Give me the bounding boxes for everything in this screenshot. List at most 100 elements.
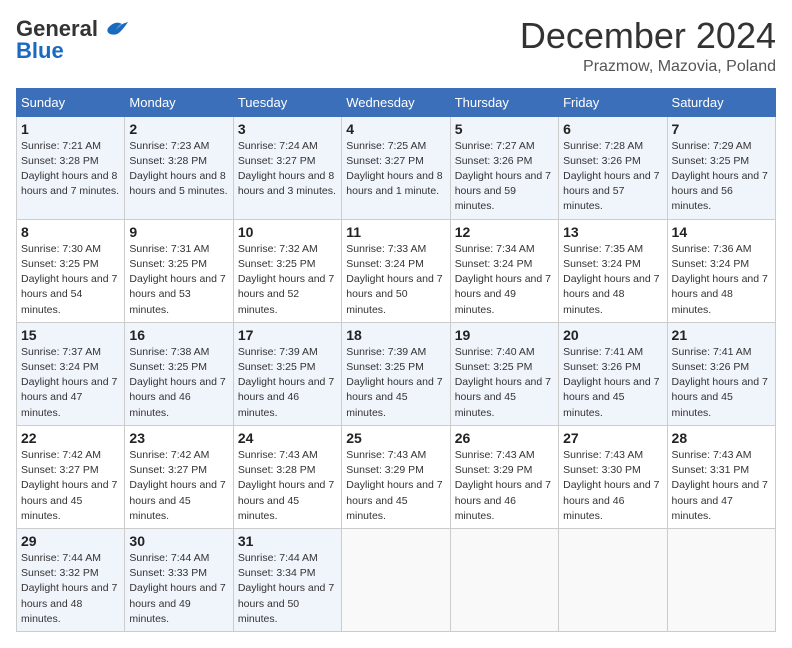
logo-bird-icon: [100, 18, 130, 40]
day-number: 5: [455, 121, 554, 137]
day-info: Sunrise: 7:25 AMSunset: 3:27 PMDaylight …: [346, 140, 442, 198]
day-number: 31: [238, 533, 337, 549]
table-row: 11 Sunrise: 7:33 AMSunset: 3:24 PMDaylig…: [342, 219, 450, 322]
day-number: 9: [129, 224, 228, 240]
day-info: Sunrise: 7:35 AMSunset: 3:24 PMDaylight …: [563, 243, 659, 316]
day-number: 7: [672, 121, 771, 137]
day-number: 30: [129, 533, 228, 549]
table-row: 8 Sunrise: 7:30 AMSunset: 3:25 PMDayligh…: [17, 219, 125, 322]
calendar-table: Sunday Monday Tuesday Wednesday Thursday…: [16, 88, 776, 632]
table-row: 19 Sunrise: 7:40 AMSunset: 3:25 PMDaylig…: [450, 322, 558, 425]
col-monday: Monday: [125, 88, 233, 116]
table-row: 22 Sunrise: 7:42 AMSunset: 3:27 PMDaylig…: [17, 425, 125, 528]
day-info: Sunrise: 7:43 AMSunset: 3:28 PMDaylight …: [238, 449, 334, 522]
table-row: 30 Sunrise: 7:44 AMSunset: 3:33 PMDaylig…: [125, 528, 233, 631]
table-row: 20 Sunrise: 7:41 AMSunset: 3:26 PMDaylig…: [559, 322, 667, 425]
col-friday: Friday: [559, 88, 667, 116]
day-info: Sunrise: 7:36 AMSunset: 3:24 PMDaylight …: [672, 243, 768, 316]
table-row: 16 Sunrise: 7:38 AMSunset: 3:25 PMDaylig…: [125, 322, 233, 425]
day-info: Sunrise: 7:38 AMSunset: 3:25 PMDaylight …: [129, 346, 225, 419]
day-number: 3: [238, 121, 337, 137]
day-number: 12: [455, 224, 554, 240]
table-row: 23 Sunrise: 7:42 AMSunset: 3:27 PMDaylig…: [125, 425, 233, 528]
table-row: 18 Sunrise: 7:39 AMSunset: 3:25 PMDaylig…: [342, 322, 450, 425]
table-row: 13 Sunrise: 7:35 AMSunset: 3:24 PMDaylig…: [559, 219, 667, 322]
day-number: 15: [21, 327, 120, 343]
table-row: 21 Sunrise: 7:41 AMSunset: 3:26 PMDaylig…: [667, 322, 775, 425]
table-row: 24 Sunrise: 7:43 AMSunset: 3:28 PMDaylig…: [233, 425, 341, 528]
day-info: Sunrise: 7:29 AMSunset: 3:25 PMDaylight …: [672, 140, 768, 213]
day-info: Sunrise: 7:27 AMSunset: 3:26 PMDaylight …: [455, 140, 551, 213]
day-number: 16: [129, 327, 228, 343]
day-info: Sunrise: 7:31 AMSunset: 3:25 PMDaylight …: [129, 243, 225, 316]
col-tuesday: Tuesday: [233, 88, 341, 116]
day-info: Sunrise: 7:39 AMSunset: 3:25 PMDaylight …: [346, 346, 442, 419]
day-info: Sunrise: 7:30 AMSunset: 3:25 PMDaylight …: [21, 243, 117, 316]
table-row: 15 Sunrise: 7:37 AMSunset: 3:24 PMDaylig…: [17, 322, 125, 425]
day-info: Sunrise: 7:39 AMSunset: 3:25 PMDaylight …: [238, 346, 334, 419]
day-number: 19: [455, 327, 554, 343]
table-row: 27 Sunrise: 7:43 AMSunset: 3:30 PMDaylig…: [559, 425, 667, 528]
day-number: 20: [563, 327, 662, 343]
calendar-week-3: 15 Sunrise: 7:37 AMSunset: 3:24 PMDaylig…: [17, 322, 776, 425]
col-saturday: Saturday: [667, 88, 775, 116]
day-info: Sunrise: 7:41 AMSunset: 3:26 PMDaylight …: [672, 346, 768, 419]
calendar-header-row: Sunday Monday Tuesday Wednesday Thursday…: [17, 88, 776, 116]
day-info: Sunrise: 7:43 AMSunset: 3:29 PMDaylight …: [346, 449, 442, 522]
table-row: 2 Sunrise: 7:23 AMSunset: 3:28 PMDayligh…: [125, 116, 233, 219]
calendar-week-4: 22 Sunrise: 7:42 AMSunset: 3:27 PMDaylig…: [17, 425, 776, 528]
day-number: 11: [346, 224, 445, 240]
table-row: 9 Sunrise: 7:31 AMSunset: 3:25 PMDayligh…: [125, 219, 233, 322]
logo-blue-text: Blue: [16, 38, 64, 64]
day-info: Sunrise: 7:43 AMSunset: 3:29 PMDaylight …: [455, 449, 551, 522]
day-info: Sunrise: 7:28 AMSunset: 3:26 PMDaylight …: [563, 140, 659, 213]
day-info: Sunrise: 7:42 AMSunset: 3:27 PMDaylight …: [21, 449, 117, 522]
table-row: 29 Sunrise: 7:44 AMSunset: 3:32 PMDaylig…: [17, 528, 125, 631]
day-info: Sunrise: 7:42 AMSunset: 3:27 PMDaylight …: [129, 449, 225, 522]
table-row: 25 Sunrise: 7:43 AMSunset: 3:29 PMDaylig…: [342, 425, 450, 528]
calendar-week-5: 29 Sunrise: 7:44 AMSunset: 3:32 PMDaylig…: [17, 528, 776, 631]
day-info: Sunrise: 7:44 AMSunset: 3:33 PMDaylight …: [129, 552, 225, 625]
col-wednesday: Wednesday: [342, 88, 450, 116]
table-row: 28 Sunrise: 7:43 AMSunset: 3:31 PMDaylig…: [667, 425, 775, 528]
day-info: Sunrise: 7:44 AMSunset: 3:32 PMDaylight …: [21, 552, 117, 625]
day-info: Sunrise: 7:34 AMSunset: 3:24 PMDaylight …: [455, 243, 551, 316]
table-row: 31 Sunrise: 7:44 AMSunset: 3:34 PMDaylig…: [233, 528, 341, 631]
table-row: 14 Sunrise: 7:36 AMSunset: 3:24 PMDaylig…: [667, 219, 775, 322]
table-row: 3 Sunrise: 7:24 AMSunset: 3:27 PMDayligh…: [233, 116, 341, 219]
day-number: 14: [672, 224, 771, 240]
day-number: 18: [346, 327, 445, 343]
day-info: Sunrise: 7:43 AMSunset: 3:30 PMDaylight …: [563, 449, 659, 522]
day-number: 10: [238, 224, 337, 240]
day-number: 8: [21, 224, 120, 240]
day-info: Sunrise: 7:43 AMSunset: 3:31 PMDaylight …: [672, 449, 768, 522]
day-number: 6: [563, 121, 662, 137]
day-number: 22: [21, 430, 120, 446]
table-row: 17 Sunrise: 7:39 AMSunset: 3:25 PMDaylig…: [233, 322, 341, 425]
calendar-week-2: 8 Sunrise: 7:30 AMSunset: 3:25 PMDayligh…: [17, 219, 776, 322]
table-row: 6 Sunrise: 7:28 AMSunset: 3:26 PMDayligh…: [559, 116, 667, 219]
table-row: 10 Sunrise: 7:32 AMSunset: 3:25 PMDaylig…: [233, 219, 341, 322]
table-row: [559, 528, 667, 631]
day-number: 26: [455, 430, 554, 446]
table-row: 12 Sunrise: 7:34 AMSunset: 3:24 PMDaylig…: [450, 219, 558, 322]
col-thursday: Thursday: [450, 88, 558, 116]
day-info: Sunrise: 7:24 AMSunset: 3:27 PMDaylight …: [238, 140, 336, 198]
day-info: Sunrise: 7:33 AMSunset: 3:24 PMDaylight …: [346, 243, 442, 316]
day-number: 27: [563, 430, 662, 446]
day-info: Sunrise: 7:37 AMSunset: 3:24 PMDaylight …: [21, 346, 117, 419]
month-title: December 2024: [520, 16, 776, 56]
table-row: [667, 528, 775, 631]
day-number: 28: [672, 430, 771, 446]
table-row: 7 Sunrise: 7:29 AMSunset: 3:25 PMDayligh…: [667, 116, 775, 219]
calendar-week-1: 1 Sunrise: 7:21 AMSunset: 3:28 PMDayligh…: [17, 116, 776, 219]
title-section: December 2024 Prazmow, Mazovia, Poland: [520, 16, 776, 76]
day-number: 17: [238, 327, 337, 343]
table-row: 26 Sunrise: 7:43 AMSunset: 3:29 PMDaylig…: [450, 425, 558, 528]
page-header: General Blue December 2024 Prazmow, Mazo…: [16, 16, 776, 76]
table-row: 5 Sunrise: 7:27 AMSunset: 3:26 PMDayligh…: [450, 116, 558, 219]
day-info: Sunrise: 7:21 AMSunset: 3:28 PMDaylight …: [21, 140, 119, 198]
col-sunday: Sunday: [17, 88, 125, 116]
day-number: 29: [21, 533, 120, 549]
table-row: 4 Sunrise: 7:25 AMSunset: 3:27 PMDayligh…: [342, 116, 450, 219]
